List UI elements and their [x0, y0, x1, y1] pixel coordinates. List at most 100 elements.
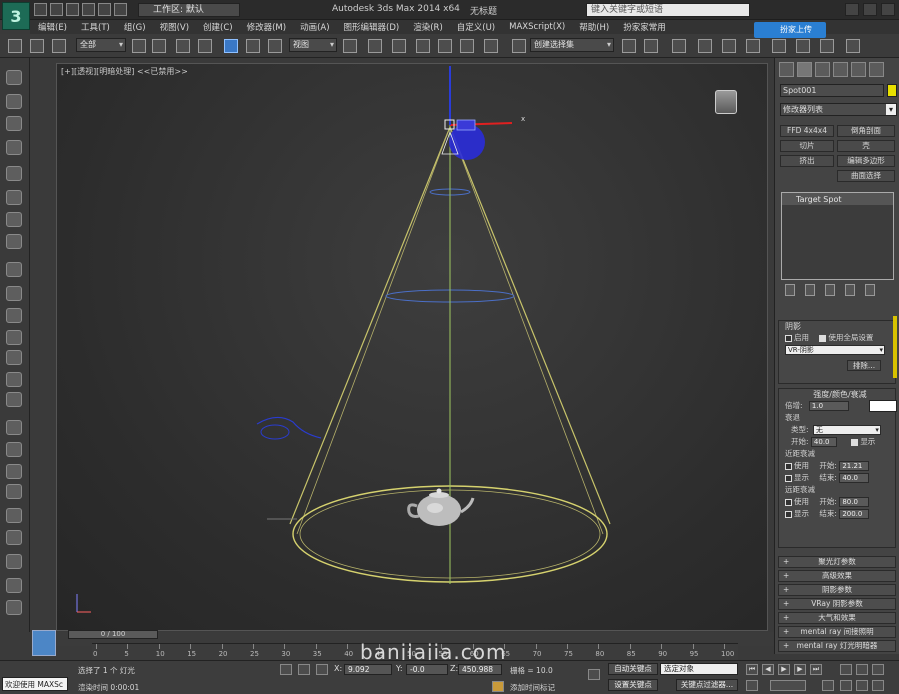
rollout-atmospheres-effects[interactable]: 大气和效果: [778, 612, 896, 624]
menu-views[interactable]: 视图(V): [152, 21, 195, 33]
undo-icon[interactable]: [82, 3, 95, 16]
mod-btn-slice[interactable]: 切片: [780, 140, 834, 152]
zoom-icon[interactable]: [840, 664, 852, 675]
go-to-start-icon[interactable]: ⏮: [746, 664, 758, 675]
keyboard-shortcut-icon[interactable]: [392, 39, 406, 53]
add-time-tag-button[interactable]: 添加时间标记: [510, 682, 555, 693]
mirror-icon[interactable]: [622, 39, 636, 53]
previous-frame-icon[interactable]: ◀: [762, 664, 774, 675]
geosphere-icon[interactable]: [6, 392, 22, 407]
window-crossing-icon[interactable]: [198, 39, 212, 53]
menu-graph-editors[interactable]: 图形编辑器(D): [336, 21, 406, 33]
layer-manager-icon[interactable]: [672, 39, 686, 53]
near-show-checkbox[interactable]: [785, 474, 792, 482]
next-frame-icon[interactable]: ▶: [794, 664, 806, 675]
time-config-icon[interactable]: [822, 680, 834, 691]
app-logo-button[interactable]: 3: [2, 2, 30, 30]
teapot-object[interactable]: [407, 488, 475, 527]
mod-btn-ffd[interactable]: FFD 4x4x4: [780, 125, 834, 137]
bind-space-warp-icon[interactable]: [52, 39, 66, 53]
leaf-icon[interactable]: [6, 508, 22, 523]
select-by-name-icon[interactable]: [152, 39, 166, 53]
rollout-mental-ray-shader[interactable]: mental ray 灯光明暗器: [778, 640, 896, 652]
create-tab-icon[interactable]: [779, 62, 794, 77]
mod-btn-extrude[interactable]: 挤出: [780, 155, 834, 167]
field-of-view-icon[interactable]: [840, 680, 852, 691]
vray-sun-icon[interactable]: [6, 116, 22, 131]
selection-filter-dropdown[interactable]: 全部: [76, 38, 126, 52]
multiplier-field[interactable]: 1.0: [808, 401, 849, 411]
material-editor-icon[interactable]: [772, 39, 786, 53]
gizmo-plane-handle[interactable]: [456, 119, 476, 131]
snap-toggle-icon[interactable]: [416, 39, 430, 53]
character-icon[interactable]: [6, 464, 22, 479]
project-folder-icon[interactable]: [114, 3, 127, 16]
scene-explorer-icon[interactable]: [6, 140, 22, 155]
building-icon[interactable]: [6, 600, 22, 615]
stack-item-target-spot[interactable]: Target Spot: [782, 193, 893, 205]
menu-create[interactable]: 创建(C): [195, 21, 239, 33]
sphere-primitive-icon[interactable]: [6, 286, 22, 301]
z-coord-field[interactable]: 450.988: [458, 664, 502, 675]
decay-start-field[interactable]: 40.0: [810, 437, 837, 447]
rect-selection-icon[interactable]: [176, 39, 190, 53]
object-color-swatch[interactable]: [887, 84, 897, 97]
menu-help[interactable]: 帮助(H): [571, 21, 615, 33]
maximize-icon[interactable]: [863, 3, 877, 16]
intensity-title[interactable]: 强度/颜色/衰减: [779, 389, 895, 400]
zoom-extents-icon[interactable]: [872, 664, 884, 675]
go-to-end-icon[interactable]: ⏭: [810, 664, 822, 675]
spinner-snap-icon[interactable]: [484, 39, 498, 53]
ball-icon[interactable]: [6, 578, 22, 593]
pin-stack-icon[interactable]: [785, 284, 795, 296]
mini-listener-icon[interactable]: [32, 630, 56, 656]
edit-named-selection-icon[interactable]: [512, 39, 526, 53]
key-mode-dropdown[interactable]: 选定对象: [660, 663, 738, 675]
modifier-stack[interactable]: Target Spot: [781, 192, 894, 280]
make-unique-icon[interactable]: [825, 284, 835, 296]
percent-snap-icon[interactable]: [460, 39, 474, 53]
align-icon[interactable]: [644, 39, 658, 53]
time-tag-icon[interactable]: [492, 681, 504, 692]
vray-proxy-icon[interactable]: [6, 190, 22, 205]
curve-editor-icon[interactable]: [722, 39, 736, 53]
y-coord-field[interactable]: -0.0: [406, 664, 448, 675]
atom-icon[interactable]: [6, 484, 22, 499]
remove-modifier-icon[interactable]: [845, 284, 855, 296]
angle-snap-icon[interactable]: [438, 39, 452, 53]
menu-tools[interactable]: 工具(T): [73, 21, 116, 33]
current-frame-field[interactable]: [770, 680, 806, 691]
auto-key-button[interactable]: 自动关键点: [608, 663, 658, 675]
set-key-icon[interactable]: [588, 669, 600, 680]
move-icon[interactable]: [224, 39, 238, 53]
mod-btn-surface-select[interactable]: 曲面选择: [837, 170, 895, 182]
open-file-icon[interactable]: [50, 3, 63, 16]
teapot-primitive-icon[interactable]: [6, 330, 22, 345]
vray-frame-buffer-icon[interactable]: [6, 70, 22, 85]
exclude-button[interactable]: 排除...: [847, 360, 881, 371]
object-name-field[interactable]: Spot001: [780, 84, 884, 97]
graphite-toolbar-icon[interactable]: [698, 39, 712, 53]
torus-primitive-icon[interactable]: [6, 308, 22, 323]
use-global-checkbox[interactable]: [819, 334, 827, 342]
set-key-button[interactable]: 设置关键点: [608, 679, 658, 691]
menu-rendering[interactable]: 渲染(R): [405, 21, 449, 33]
rollout-advanced-effects[interactable]: 高级效果: [778, 570, 896, 582]
menu-animation[interactable]: 动画(A): [292, 21, 335, 33]
rollout-shadow-params[interactable]: 阴影参数: [778, 584, 896, 596]
rollout-mental-ray-indirect[interactable]: mental ray 间接照明: [778, 626, 896, 638]
unlink-icon[interactable]: [30, 39, 44, 53]
far-end-field[interactable]: 200.0: [839, 509, 870, 519]
modify-tab-icon[interactable]: [797, 62, 812, 77]
mod-btn-shell[interactable]: 壳: [837, 140, 895, 152]
workspace-dropdown[interactable]: 工作区: 默认: [138, 3, 240, 17]
perspective-viewport[interactable]: [+][透视][明暗处理] <<已禁用>> x: [56, 63, 768, 631]
display-tab-icon[interactable]: [851, 62, 866, 77]
scale-icon[interactable]: [268, 39, 282, 53]
new-file-icon[interactable]: [34, 3, 47, 16]
near-use-checkbox[interactable]: [785, 462, 792, 470]
selection-lock-icon[interactable]: [298, 664, 310, 675]
upload-button[interactable]: 扮家上传: [754, 22, 826, 38]
chain-icon[interactable]: [6, 420, 22, 435]
configure-sets-icon[interactable]: [865, 284, 875, 296]
